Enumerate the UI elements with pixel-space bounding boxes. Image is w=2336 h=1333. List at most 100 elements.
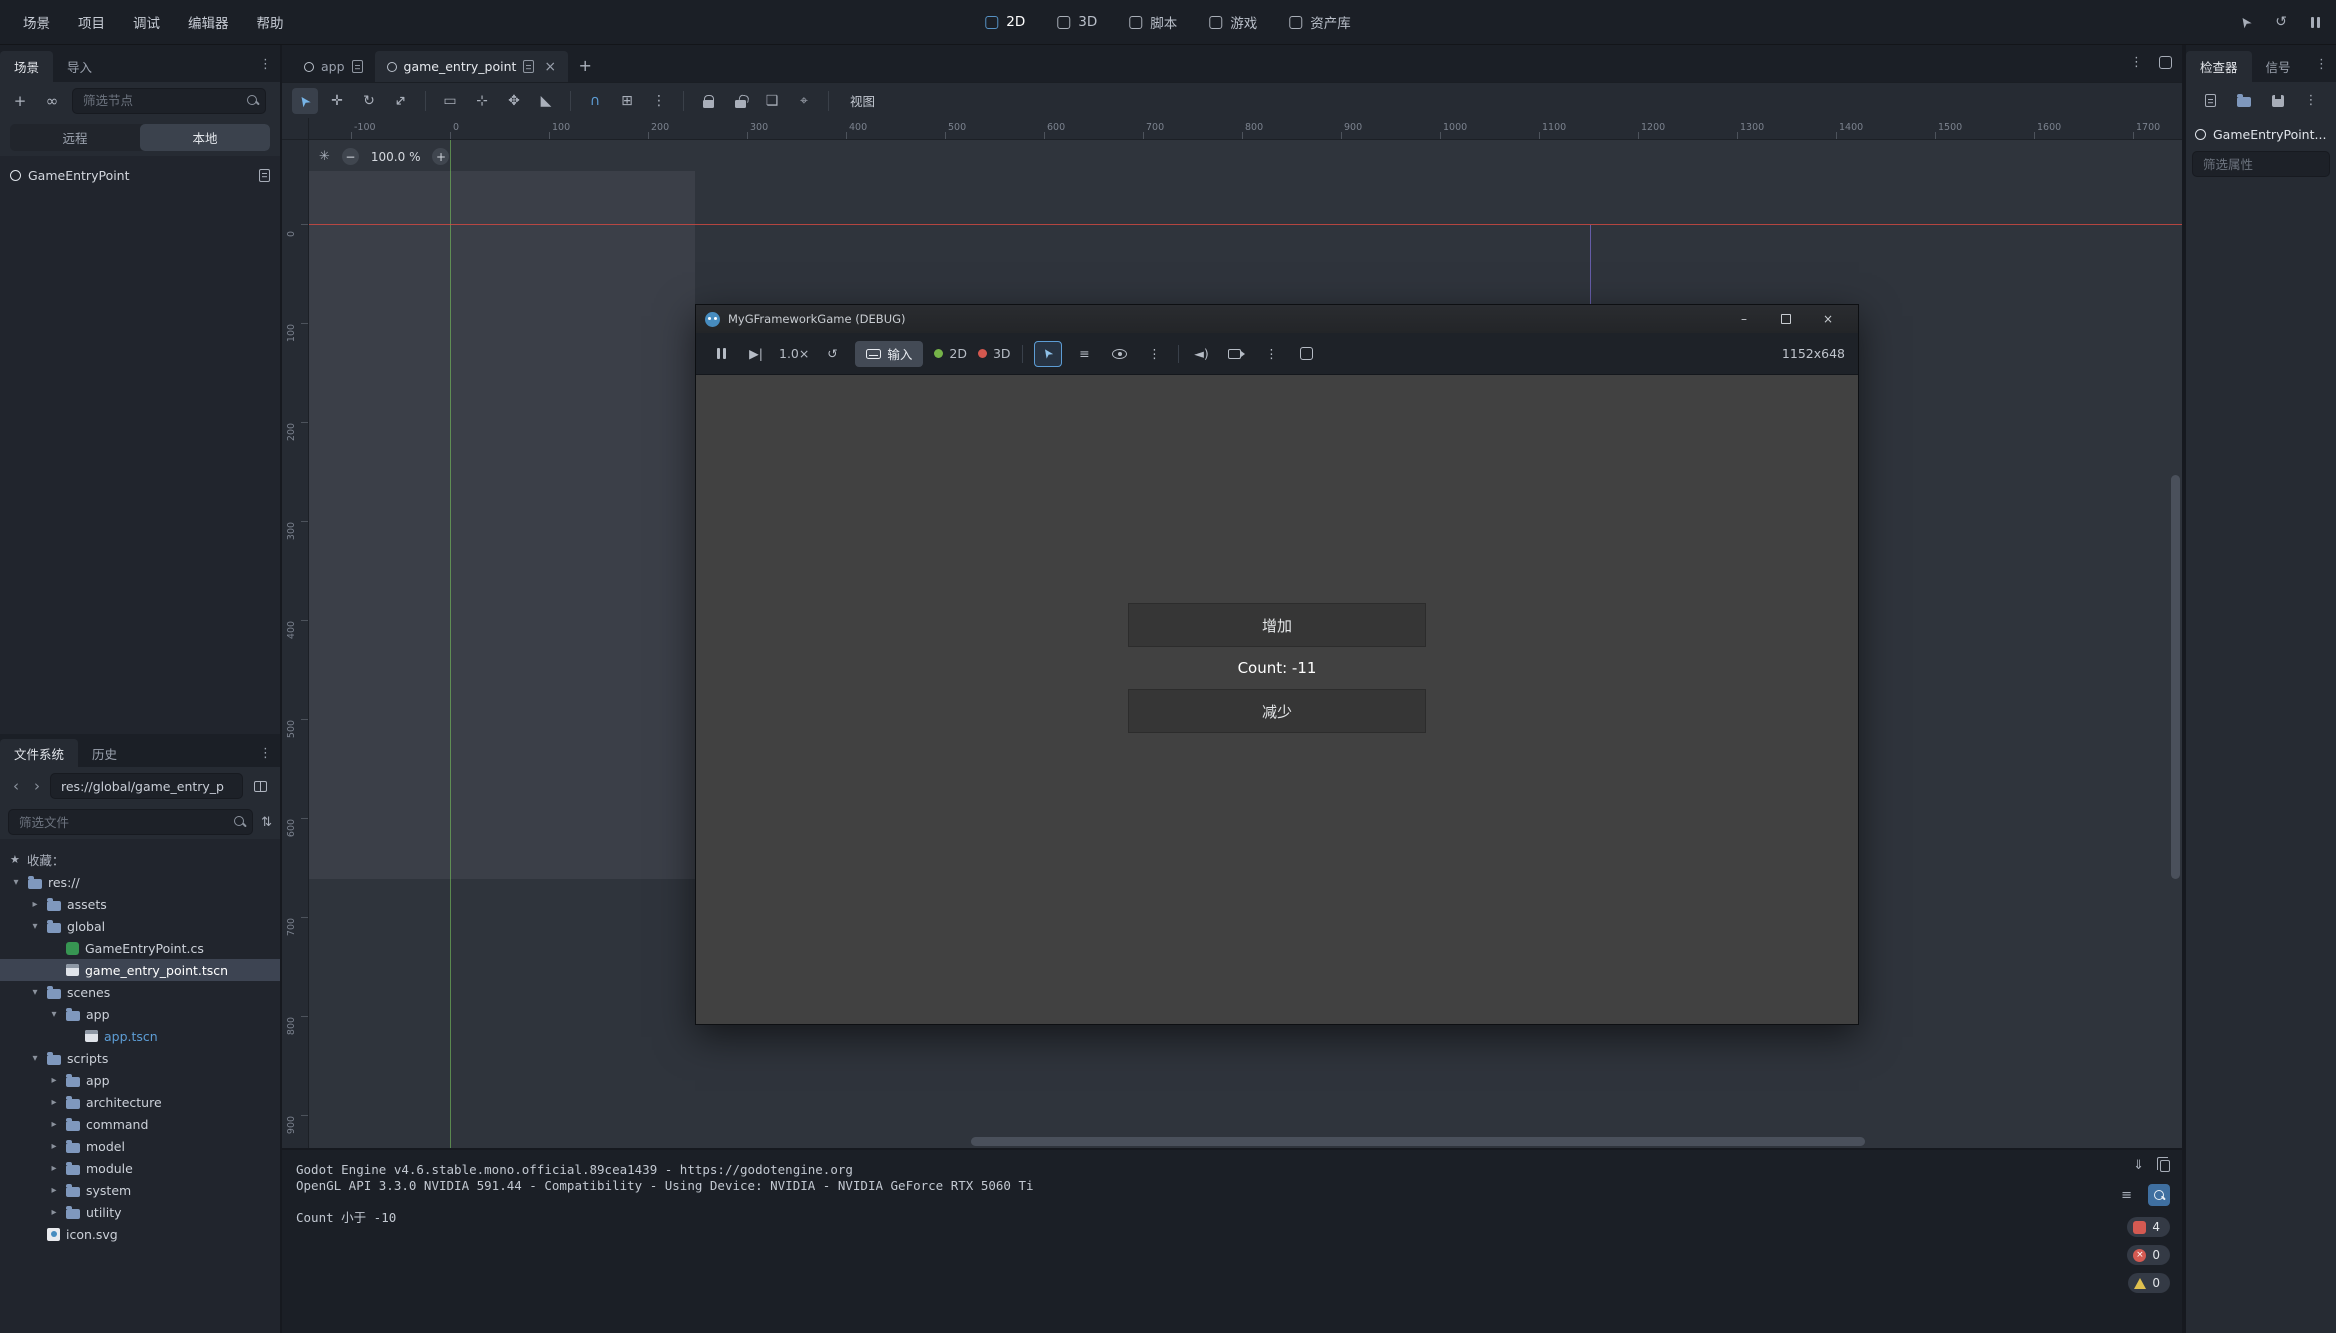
reset-icon[interactable]: ↺ (820, 341, 844, 367)
favorites-row[interactable]: ★ 收藏： (0, 847, 280, 871)
load-resource-icon[interactable] (2237, 97, 2251, 107)
increase-button[interactable]: 增加 (1128, 603, 1426, 647)
game-window-titlebar[interactable]: MyGFrameworkGame (DEBUG) – × (696, 305, 1858, 333)
new-resource-icon[interactable] (2205, 94, 2216, 107)
horizontal-scrollbar[interactable] (309, 1137, 2168, 1146)
rotate-tool-button[interactable]: ↻ (356, 88, 382, 114)
scale-tool-button[interactable]: ↔ (388, 88, 414, 114)
file-tree-row[interactable]: ▸ assets (0, 893, 280, 915)
sort-icon[interactable]: ⇅ (261, 815, 272, 830)
cursor-icon[interactable]: ➤ (2240, 14, 2252, 30)
script-icon[interactable] (352, 60, 363, 73)
input-mode-button[interactable]: 输入 (855, 341, 923, 367)
workspace-tab[interactable]: 资产库 (1289, 12, 1351, 32)
forward-button[interactable]: › (29, 777, 45, 795)
speed-label[interactable]: 1.0× (779, 341, 809, 367)
file-tree-row[interactable]: ▸ architecture (0, 1091, 280, 1113)
expand-arrow-icon[interactable]: ▸ (29, 899, 41, 910)
list-select-tool-button[interactable]: ▭ (437, 88, 463, 114)
file-tree-row[interactable]: ▾ scenes (0, 981, 280, 1003)
tab-inspector[interactable]: 检查器 (2186, 51, 2252, 82)
menu-item[interactable]: 调试 (120, 7, 173, 37)
camera-override-button[interactable] (1225, 341, 1249, 367)
smart-snap-button[interactable]: ∩ (582, 88, 608, 114)
center-screen-icon[interactable]: ✳ (319, 149, 330, 164)
file-tree-row[interactable]: ▾ global (0, 915, 280, 937)
expand-arrow-icon[interactable]: ▸ (48, 1207, 60, 1218)
file-tree-row[interactable]: ▸ system (0, 1179, 280, 1201)
zoom-level[interactable]: 100.0 % (371, 150, 421, 164)
expand-arrow-icon[interactable]: ▸ (48, 1097, 60, 1108)
new-tab-button[interactable]: + (572, 52, 598, 78)
tab-signals[interactable]: 信号 (2252, 51, 2305, 82)
file-tree-row[interactable]: icon.svg (0, 1223, 280, 1245)
copy-log-icon[interactable] (2160, 1160, 2170, 1172)
select-tool-button[interactable]: ➤ (292, 88, 318, 114)
zoom-in-button[interactable]: + (432, 148, 449, 165)
embed-select-button[interactable]: ➤ (1034, 341, 1062, 367)
scene-dock-menu-icon[interactable]: ⋮ (259, 57, 272, 72)
canvas-2d[interactable]: ✳ − 100.0 % + MyGFrameworkGame (DEBUG) –… (309, 140, 2182, 1148)
menu-item[interactable]: 编辑器 (175, 7, 242, 37)
ruler-tool-button[interactable]: ◣ (533, 88, 559, 114)
scene-tab[interactable]: game_entry_point × (375, 51, 569, 82)
file-tree-row[interactable]: ▾ res:// (0, 871, 280, 893)
menu-item[interactable]: 项目 (65, 7, 118, 37)
minimize-button[interactable]: – (1723, 305, 1765, 333)
inspected-node-row[interactable]: GameEntryPoint... (2186, 119, 2336, 149)
scene-tab[interactable]: app × (292, 51, 375, 82)
file-filter-input[interactable] (8, 809, 253, 835)
file-tree-row[interactable]: GameEntryPoint.cs (0, 937, 280, 959)
path-input[interactable] (50, 773, 243, 799)
tab-history[interactable]: 历史 (78, 739, 131, 767)
vertical-scrollbar-thumb[interactable] (2171, 475, 2180, 879)
expand-viewport-icon[interactable] (2159, 56, 2172, 69)
expand-arrow-icon[interactable]: ▾ (29, 987, 41, 998)
back-button[interactable]: ‹ (8, 777, 24, 795)
file-tree-row[interactable]: ▸ command (0, 1113, 280, 1135)
script-icon[interactable] (523, 60, 534, 73)
remote-tab[interactable]: 远程 (10, 124, 140, 151)
file-tree-row[interactable]: ▸ model (0, 1135, 280, 1157)
group-button[interactable]: ❏ (759, 88, 785, 114)
menu-item[interactable]: 帮助 (244, 7, 297, 37)
status-badge[interactable]: 0 (2127, 1245, 2170, 1265)
workspace-tab[interactable]: 脚本 (1129, 12, 1177, 32)
node-list-icon[interactable]: ≡ (1073, 341, 1097, 367)
file-tree-row[interactable]: app.tscn (0, 1025, 280, 1047)
expand-arrow-icon[interactable]: ▸ (48, 1119, 60, 1130)
save-resource-icon[interactable] (2272, 95, 2284, 107)
fullscreen-button[interactable] (1295, 341, 1319, 367)
pivot-tool-button[interactable]: ⊹ (469, 88, 495, 114)
pause-icon[interactable] (2311, 17, 2320, 28)
expand-arrow-icon[interactable]: ▾ (48, 1009, 60, 1020)
line-wrap-icon[interactable]: ≡ (2121, 1188, 2132, 1203)
tab-scene[interactable]: 场景 (0, 51, 53, 82)
filesystem-dock-menu-icon[interactable]: ⋮ (259, 746, 272, 761)
mode-3d-button[interactable]: 3D (978, 341, 1011, 367)
file-tree-row[interactable]: ▸ utility (0, 1201, 280, 1223)
split-view-icon[interactable] (248, 774, 272, 798)
tab-menu-icon[interactable]: ⋮ (2130, 55, 2143, 70)
scene-tree-root-row[interactable]: GameEntryPoint (0, 162, 280, 188)
expand-arrow-icon[interactable]: ▾ (29, 921, 41, 932)
vertical-scrollbar[interactable] (2171, 140, 2180, 1134)
file-tree-row[interactable]: ▾ app (0, 1003, 280, 1025)
visibility-icon[interactable] (1108, 341, 1132, 367)
close-tab-icon[interactable]: × (544, 59, 556, 75)
property-filter-input[interactable] (2192, 151, 2330, 177)
expand-arrow-icon[interactable]: ▸ (48, 1163, 60, 1174)
expand-arrow-icon[interactable]: ▸ (48, 1185, 60, 1196)
workspace-tab[interactable]: 2D (985, 14, 1025, 30)
local-tab[interactable]: 本地 (140, 124, 270, 151)
snap-options-icon[interactable]: ⋮ (646, 88, 672, 114)
decrease-button[interactable]: 减少 (1128, 689, 1426, 733)
menu-item[interactable]: 场景 (10, 7, 63, 37)
zoom-out-button[interactable]: − (342, 148, 359, 165)
file-tree-row[interactable]: game_entry_point.tscn (0, 959, 280, 981)
inspector-menu-icon[interactable]: ⋮ (2315, 57, 2328, 72)
instance-scene-button[interactable]: ∞ (40, 89, 64, 113)
file-tree-row[interactable]: ▸ module (0, 1157, 280, 1179)
grid-snap-button[interactable]: ⊞ (614, 88, 640, 114)
workspace-tab[interactable]: 3D (1057, 14, 1097, 30)
